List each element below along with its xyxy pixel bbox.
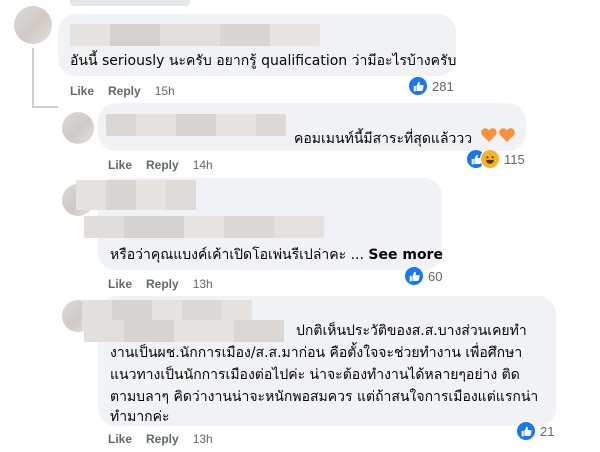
redacted-author-name [70, 24, 320, 46]
comment-text-line: ตามบลาๆ คิดว่างานน่าจะหนักพอสมควร แต่ถ้า… [110, 389, 539, 405]
redacted-snippet [84, 216, 324, 238]
thread-line-elbow [32, 106, 58, 108]
comment-actions: Like Reply 13h [108, 432, 213, 446]
comment-text-line: ปกติเห็นประวัติของส.ส.บางส่วนเคยทำ [296, 323, 527, 339]
thread-line [32, 48, 34, 108]
like-icon [404, 266, 424, 286]
reaction-count: 21 [540, 423, 555, 439]
comment-actions: Like Reply 14h [108, 158, 213, 172]
redacted-snippet [84, 320, 284, 342]
like-button[interactable]: Like [70, 84, 94, 98]
like-button[interactable]: Like [108, 432, 132, 446]
comment-text: คอมเมนท์นี้มีสาระที่สุดแล้ววว [294, 127, 517, 150]
timestamp[interactable]: 13h [193, 432, 213, 446]
haha-icon [480, 149, 500, 169]
comment-bubble: อันนี้ seriously นะครับ อยากรู้ qualific… [58, 14, 456, 76]
comment-text-line: ทำมากค่ะ [110, 409, 170, 425]
see-more-link[interactable]: See more [368, 247, 443, 263]
redacted-author-name [106, 114, 286, 136]
reply-button[interactable]: Reply [146, 277, 179, 291]
comment-text-line: แนวทางเป็นนักการเมืองต่อไปค่ะ น่าจะต้องท… [110, 367, 520, 383]
comment-bubble: ปกติเห็นประวัติของส.ส.บางส่วนเคยทำ งานเป… [82, 296, 556, 426]
comment-text: หรือว่าคุณแบงค์เค้าเปิดโอเพ่นรีเปล่าคะ .… [110, 244, 443, 266]
like-icon [408, 76, 428, 96]
comment-actions: Like Reply 13h [108, 277, 213, 291]
comment-actions: Like Reply 15h [70, 84, 175, 98]
like-icon [516, 421, 536, 441]
reaction-summary[interactable]: 60 [404, 265, 442, 287]
comment-bubble: หรือว่าคุณแบงค์เค้าเปิดโอเพ่นรีเปล่าคะ .… [76, 178, 443, 270]
reaction-summary[interactable]: 115 [466, 148, 525, 170]
avatar[interactable] [14, 6, 52, 44]
like-button[interactable]: Like [108, 277, 132, 291]
timestamp[interactable]: 15h [155, 84, 175, 98]
redacted-author-name [76, 180, 196, 210]
reply-button[interactable]: Reply [146, 432, 179, 446]
comment-text-line: งานเป็นผช.นักการเมือง/ส.ส.มาก่อน คือตั้ง… [110, 345, 523, 361]
cut-off-previous-actions [70, 0, 190, 6]
reaction-count: 281 [432, 78, 454, 94]
reaction-summary[interactable]: 21 [516, 420, 554, 442]
reply-button[interactable]: Reply [108, 84, 141, 98]
orange-heart-emoji [480, 128, 517, 147]
comment-text-content: คอมเมนท์นี้มีสาระที่สุดแล้ววว [294, 131, 473, 147]
reaction-count: 60 [428, 268, 443, 284]
avatar[interactable] [62, 112, 94, 144]
comment-text: อันนี้ seriously นะครับ อยากรู้ qualific… [70, 53, 457, 69]
timestamp[interactable]: 14h [193, 158, 213, 172]
comment-text-content: หรือว่าคุณแบงค์เค้าเปิดโอเพ่นรีเปล่าคะ .… [110, 247, 364, 263]
like-button[interactable]: Like [108, 158, 132, 172]
reaction-count: 115 [504, 151, 525, 167]
comment-bubble: คอมเมนท์นี้มีสาระที่สุดแล้ววว [98, 103, 526, 151]
reaction-summary[interactable]: 281 [408, 75, 454, 97]
timestamp[interactable]: 13h [193, 277, 213, 291]
reply-button[interactable]: Reply [146, 158, 179, 172]
